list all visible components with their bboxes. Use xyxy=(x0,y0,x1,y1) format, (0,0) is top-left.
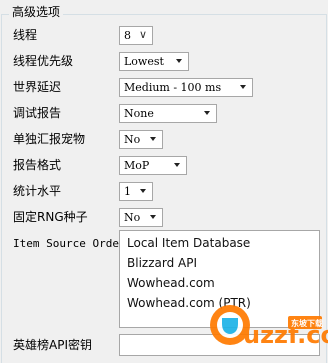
watermark-subtitle: 东坡下载 xyxy=(291,318,323,328)
uzzf-watermark-logo: uzzf.com 东坡下载 xyxy=(210,305,328,349)
